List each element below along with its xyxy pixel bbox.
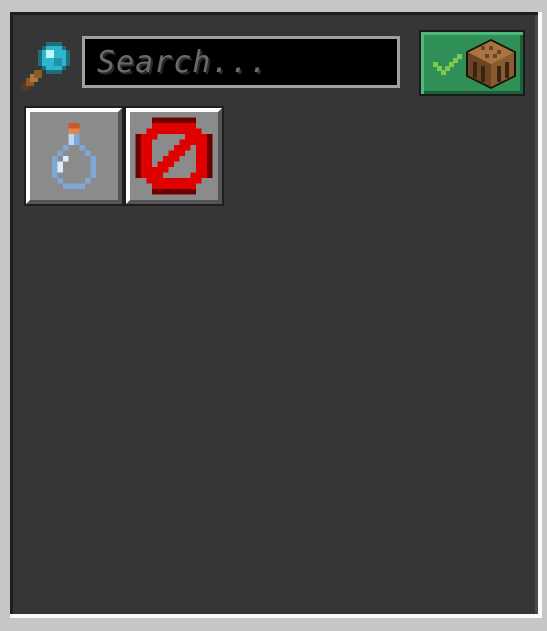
search-field[interactable]: [82, 36, 400, 88]
inventory-window: [0, 0, 547, 631]
item-list-panel: [10, 12, 538, 618]
item-slot-barrier[interactable]: [126, 108, 222, 204]
panel-right-edge: [538, 12, 542, 618]
craftable-filter-toggle[interactable]: [421, 32, 523, 94]
item-slot-glass-bottle[interactable]: [26, 108, 122, 204]
magnifying-glass-icon: [22, 42, 70, 90]
crafting-table-icon: [466, 39, 516, 89]
barrier-icon: [135, 117, 213, 195]
panel-bottom-edge: [10, 614, 538, 618]
search-input[interactable]: [85, 39, 397, 85]
glass-bottle-icon: [52, 123, 96, 189]
